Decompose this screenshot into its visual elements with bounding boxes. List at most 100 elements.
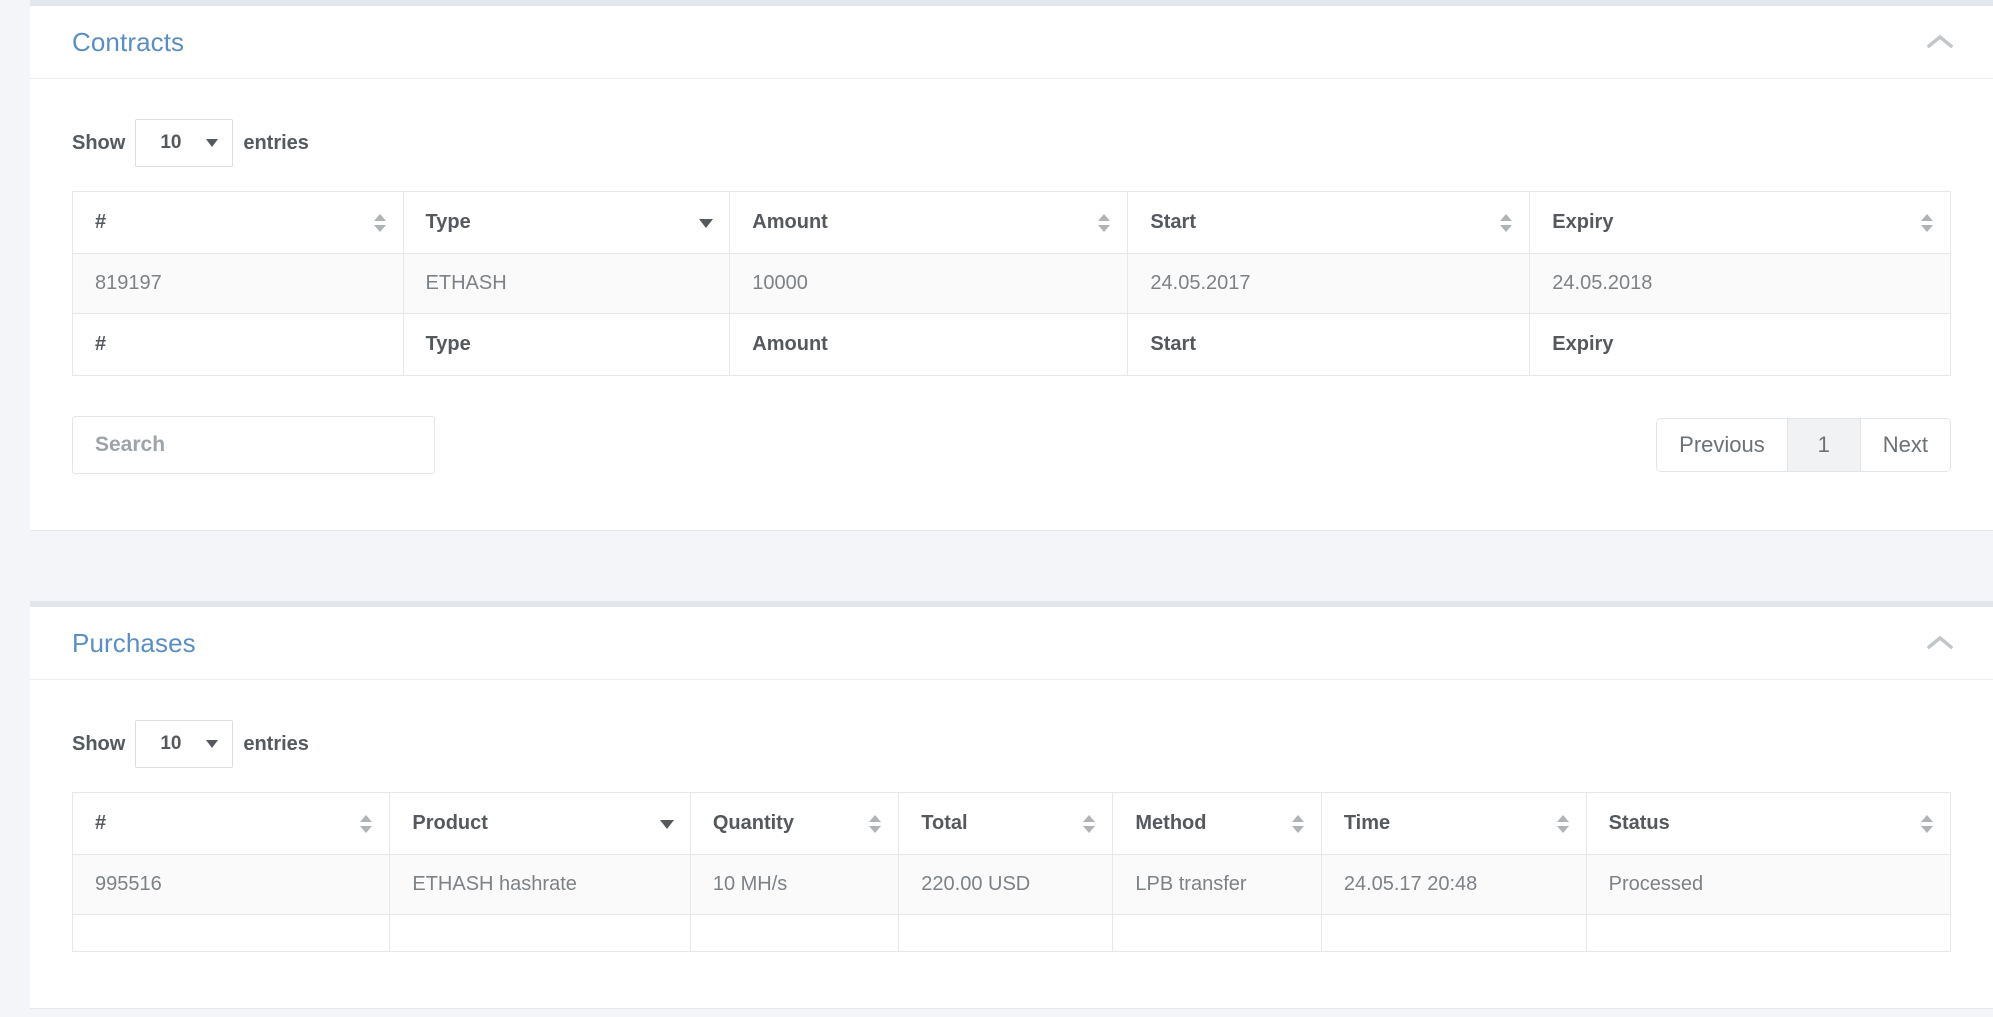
column-label: Time <box>1343 812 1391 834</box>
cell-time: 24.05.17 20:48 <box>1321 854 1587 915</box>
column-label: # <box>95 812 107 834</box>
column-label: Start <box>1150 211 1196 233</box>
entries-per-page-value: 10 <box>160 132 182 153</box>
cell-start: 24.05.2017 <box>1127 253 1531 314</box>
column-header-type[interactable]: Type <box>403 191 731 254</box>
purchases-length-menu: Show 10 entries <box>72 720 1951 768</box>
column-label: Type <box>425 211 471 233</box>
show-label: Show <box>72 732 126 755</box>
column-header-expiry[interactable]: Expiry <box>1529 191 1951 254</box>
pagination-previous-button[interactable]: Previous <box>1657 419 1788 471</box>
pagination-page-1[interactable]: 1 <box>1787 419 1861 471</box>
contracts-length-menu: Show 10 entries <box>72 119 1951 167</box>
sort-both-icon <box>1499 213 1513 232</box>
column-label: Status <box>1608 812 1670 834</box>
show-label: Show <box>72 131 126 154</box>
cell-time <box>1321 914 1587 952</box>
entries-per-page-select[interactable]: 10 <box>135 119 234 167</box>
column-header-time[interactable]: Time <box>1321 792 1587 855</box>
sort-both-icon <box>1291 814 1305 833</box>
sort-descending-icon <box>659 815 674 833</box>
sort-both-icon <box>1556 814 1570 833</box>
cell-total <box>898 914 1114 952</box>
column-header-amount[interactable]: Amount <box>729 191 1129 254</box>
column-header-number[interactable]: # <box>72 191 404 254</box>
footer-label-number: # <box>72 313 404 376</box>
contracts-table-head: # Type Amount Start Expiry <box>72 191 1951 254</box>
column-header-start[interactable]: Start <box>1127 191 1531 254</box>
sort-descending-icon <box>699 214 714 232</box>
contracts-panel-body: Show 10 entries # Type Amount Start Expi… <box>30 79 1993 530</box>
cell-number: 819197 <box>72 253 404 314</box>
cell-amount: 10000 <box>729 253 1129 314</box>
cell-status <box>1586 914 1951 952</box>
column-header-total[interactable]: Total <box>898 792 1114 855</box>
column-label: # <box>95 211 107 233</box>
cell-total: 220.00 USD <box>898 854 1114 915</box>
purchases-table: # Product Quantity Total Method Time Sta… <box>72 792 1951 952</box>
table-header-row: # Type Amount Start Expiry <box>72 191 1951 254</box>
panel-separator <box>30 531 1993 601</box>
cell-type: ETHASH <box>403 253 731 314</box>
page-title-purchases: Purchases <box>72 627 196 658</box>
footer-label-amount: Amount <box>729 313 1129 376</box>
entries-label: entries <box>243 131 309 154</box>
caret-down-icon <box>206 139 219 147</box>
table-row[interactable]: 819197 ETHASH 10000 24.05.2017 24.05.201… <box>72 253 1951 314</box>
purchases-table-head: # Product Quantity Total Method Time Sta… <box>72 792 1951 855</box>
search-input[interactable] <box>72 416 435 474</box>
sort-both-icon <box>868 814 882 833</box>
cell-number <box>72 914 391 952</box>
cell-number: 995516 <box>72 854 391 915</box>
footer-label-type: Type <box>403 313 731 376</box>
entries-per-page-value: 10 <box>160 733 182 754</box>
contracts-panel: Contracts Show 10 entries # Type Amount … <box>30 0 1993 531</box>
entries-label: entries <box>243 732 309 755</box>
status-badge: Processed <box>1586 854 1951 915</box>
entries-per-page-select[interactable]: 10 <box>135 720 234 768</box>
table-row[interactable] <box>72 914 1951 952</box>
column-label: Expiry <box>1552 211 1614 233</box>
purchases-panel: Purchases Show 10 entries # Product Quan… <box>30 601 1993 1009</box>
chevron-up-icon[interactable] <box>1925 27 1955 57</box>
cell-product: ETHASH hashrate <box>389 854 691 915</box>
pagination-next-button[interactable]: Next <box>1860 419 1950 471</box>
column-header-method[interactable]: Method <box>1112 792 1322 855</box>
chevron-up-icon[interactable] <box>1925 628 1955 658</box>
contracts-table: # Type Amount Start Expiry 819197 ETHASH… <box>72 191 1951 376</box>
page-root: Contracts Show 10 entries # Type Amount … <box>0 0 1993 1009</box>
cell-product <box>389 914 691 952</box>
page-title-contracts: Contracts <box>72 26 185 57</box>
column-label: Amount <box>752 211 828 233</box>
purchases-table-body: 995516 ETHASH hashrate 10 MH/s 220.00 US… <box>72 854 1951 952</box>
sort-both-icon <box>1920 213 1934 232</box>
table-footer-row: # Type Amount Start Expiry <box>72 313 1951 376</box>
sort-both-icon <box>1082 814 1096 833</box>
sort-both-icon <box>1920 814 1934 833</box>
footer-label-expiry: Expiry <box>1529 313 1951 376</box>
column-header-quantity[interactable]: Quantity <box>690 792 900 855</box>
table-row[interactable]: 995516 ETHASH hashrate 10 MH/s 220.00 US… <box>72 854 1951 915</box>
column-header-status[interactable]: Status <box>1586 792 1951 855</box>
sort-both-icon <box>1097 213 1111 232</box>
contracts-table-body: 819197 ETHASH 10000 24.05.2017 24.05.201… <box>72 253 1951 314</box>
column-header-number[interactable]: # <box>72 792 391 855</box>
footer-label-start: Start <box>1127 313 1531 376</box>
cell-method: LPB transfer <box>1112 854 1322 915</box>
cell-quantity <box>690 914 900 952</box>
contracts-table-controls: Previous 1 Next <box>72 416 1951 474</box>
contracts-table-foot: # Type Amount Start Expiry <box>72 313 1951 376</box>
table-header-row: # Product Quantity Total Method Time Sta… <box>72 792 1951 855</box>
cell-quantity: 10 MH/s <box>690 854 900 915</box>
pagination: Previous 1 Next <box>1656 418 1951 472</box>
sort-both-icon <box>373 213 387 232</box>
cell-expiry: 24.05.2018 <box>1529 253 1951 314</box>
column-header-product[interactable]: Product <box>389 792 691 855</box>
column-label: Quantity <box>712 812 794 834</box>
sort-both-icon <box>359 814 373 833</box>
purchases-panel-header: Purchases <box>30 607 1993 680</box>
contracts-panel-header: Contracts <box>30 6 1993 79</box>
caret-down-icon <box>206 740 219 748</box>
column-label: Total <box>921 812 968 834</box>
column-label: Method <box>1135 812 1207 834</box>
